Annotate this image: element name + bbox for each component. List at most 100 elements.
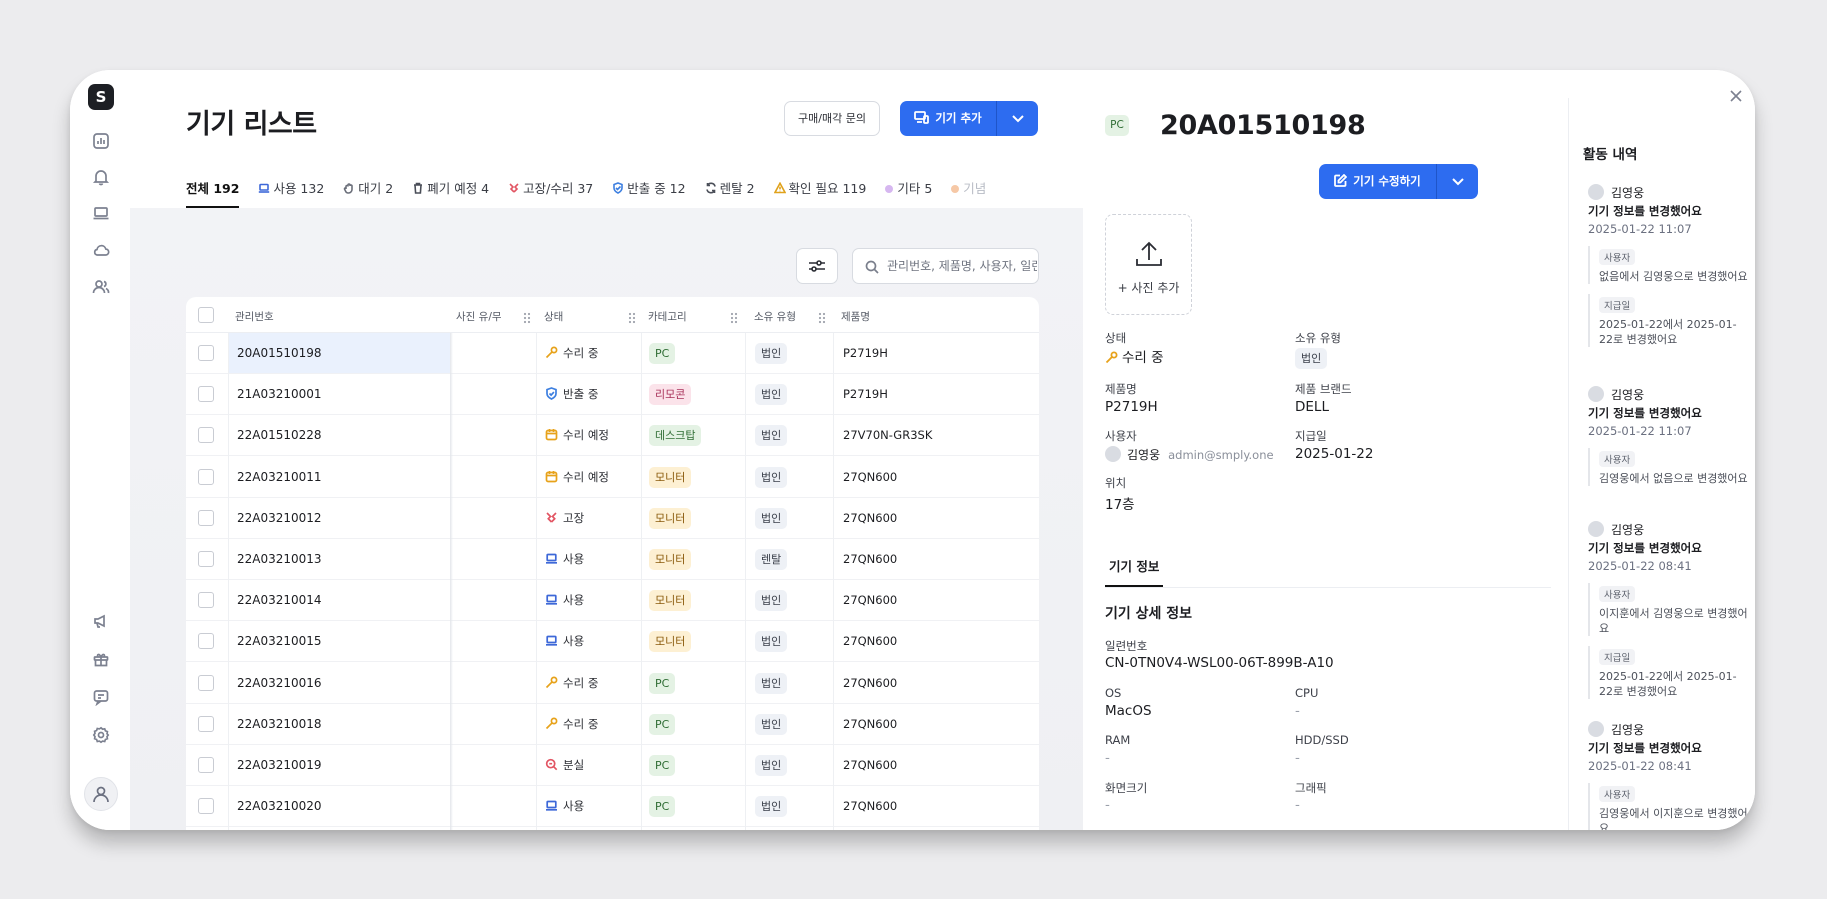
tab-status-7[interactable]: 확인 필요 119	[773, 178, 866, 208]
column-divider	[833, 333, 834, 830]
row-checkbox[interactable]	[198, 798, 214, 815]
device-id[interactable]: 22A03210012	[237, 511, 322, 525]
drag-handle-icon[interactable]	[818, 309, 826, 324]
ownership-tag: 법인	[755, 796, 788, 818]
tab-status-0[interactable]: 전체 192	[186, 178, 240, 208]
wrench-icon	[545, 717, 558, 730]
row-checkbox[interactable]	[198, 592, 214, 609]
ownership-tag: 법인	[755, 631, 788, 653]
laptop-icon[interactable]	[92, 204, 110, 222]
row-checkbox[interactable]	[198, 757, 214, 773]
activity-item: 김영웅 기기 정보를 변경했어요 2025-01-22 11:07 사용자 없음에서 김…	[1588, 184, 1748, 347]
table-row[interactable]: 22A03210013 사용 모니터 렌탈 27QN600	[186, 539, 1039, 580]
row-checkbox[interactable]	[198, 674, 214, 691]
tab-status-5[interactable]: 반출 중 12	[612, 178, 686, 208]
search-input[interactable]	[887, 249, 1037, 283]
product-name: P2719H	[843, 346, 888, 360]
chat-icon[interactable]	[92, 688, 110, 707]
table-row[interactable]: 22A03210018 수리 중 PC 법인 27QN600	[186, 704, 1039, 745]
device-id[interactable]: 22A03210018	[237, 717, 322, 731]
device-id[interactable]: 22A03210016	[237, 676, 322, 690]
user-value[interactable]: 김영웅 admin@smply.one	[1105, 446, 1274, 463]
row-checkbox[interactable]	[198, 427, 214, 444]
col-header-id[interactable]: 관리번호	[235, 309, 274, 324]
edit-device-button[interactable]: 기기 수정하기	[1319, 164, 1478, 199]
tab-status-6[interactable]: 렌탈 2	[705, 178, 755, 208]
bell-icon[interactable]	[92, 168, 110, 186]
col-header-ownership[interactable]: 소유 유형	[754, 309, 796, 324]
product-name: 27QN600	[843, 716, 898, 731]
select-all-checkbox[interactable]	[198, 307, 214, 323]
activity-time: 2025-01-22 08:41	[1588, 759, 1692, 773]
dashboard-icon[interactable]	[92, 132, 110, 150]
col-header-category[interactable]: 카테고리	[648, 309, 687, 324]
add-device-dropdown[interactable]	[996, 101, 1038, 136]
device-id[interactable]: 20A01510198	[237, 346, 322, 360]
change-field-tag: 사용자	[1599, 249, 1636, 265]
tab-status-2[interactable]: 대기 2	[343, 178, 393, 208]
tab-device-info[interactable]: 기기 정보	[1105, 556, 1164, 587]
dot-icon	[951, 185, 960, 193]
ownership-tag: 법인	[755, 425, 788, 447]
device-id[interactable]: 22A03210011	[237, 470, 322, 484]
drag-handle-icon[interactable]	[730, 309, 738, 324]
row-checkbox[interactable]	[198, 345, 214, 361]
table-row[interactable]: 22A03210019 분실 PC 법인 27QN600	[186, 745, 1039, 786]
edit-device-dropdown[interactable]	[1436, 164, 1478, 199]
cloud-icon[interactable]	[92, 241, 110, 259]
tab-status-1[interactable]: 사용 132	[258, 178, 324, 208]
add-photo-button[interactable]: + 사진 추가	[1105, 214, 1192, 315]
edit-device-label[interactable]: 기기 수정하기	[1319, 164, 1436, 199]
device-id[interactable]: 22A03210020	[237, 799, 322, 813]
drag-handle-icon[interactable]	[628, 309, 636, 324]
device-id[interactable]: 22A03210013	[237, 552, 322, 566]
add-device-button[interactable]: 기기 추가	[900, 101, 1038, 136]
table-row[interactable]: 22A03210020 사용 PC 법인 27QN600	[186, 786, 1039, 828]
filter-button[interactable]	[796, 248, 838, 284]
activity-time: 2025-01-22 08:41	[1588, 559, 1692, 573]
megaphone-icon[interactable]	[92, 612, 110, 630]
table-row[interactable]: 22A03210014 사용 모니터 법인 27QN600	[186, 580, 1039, 622]
table-row[interactable]: 22A03210016 수리 중 PC 법인 27QN600	[186, 663, 1039, 704]
row-checkbox[interactable]	[198, 386, 214, 403]
profile-icon[interactable]	[84, 777, 118, 811]
device-id[interactable]: 22A03210014	[237, 593, 322, 607]
users-icon[interactable]	[92, 278, 110, 296]
close-icon[interactable]	[1729, 88, 1743, 102]
table-row[interactable]: 22A03210011 수리 예정 모니터 법인 27QN600	[186, 457, 1039, 498]
col-header-status[interactable]: 상태	[544, 309, 563, 324]
col-header-product[interactable]: 제품명	[841, 309, 870, 324]
activity-time: 2025-01-22 11:07	[1588, 222, 1692, 236]
drag-handle-icon[interactable]	[523, 309, 531, 324]
search-box[interactable]	[852, 248, 1039, 284]
col-header-photo[interactable]: 사진 유/무	[456, 309, 502, 324]
table-row[interactable]: 22A01510228 수리 예정 데스크탑 법인 27V70N-GR3SK	[186, 415, 1039, 457]
device-id[interactable]: 21A03210001	[237, 387, 322, 401]
settings-icon[interactable]	[92, 726, 110, 744]
purchase-inquiry-button[interactable]: 구매/매각 문의	[784, 101, 880, 136]
device-id[interactable]: 22A03210015	[237, 634, 322, 648]
table-row[interactable]: 22A03210012 고장 모니터 법인 27QN600	[186, 498, 1039, 539]
tab-status-9[interactable]: 기념	[951, 178, 986, 208]
device-id[interactable]: 22A01510228	[237, 428, 322, 442]
gift-icon[interactable]	[92, 650, 110, 668]
device-id[interactable]: 22A03210019	[237, 758, 322, 772]
table-row[interactable]: 21A03210001 반출 중 리모콘 법인 P2719H	[186, 374, 1039, 416]
tab-status-4[interactable]: 고장/수리 37	[508, 178, 593, 208]
table-row[interactable]: 22A03210015 사용 모니터 법인 27QN600	[186, 621, 1039, 663]
row-checkbox[interactable]	[198, 633, 214, 650]
tab-status-3[interactable]: 폐기 예정 4	[412, 178, 489, 208]
app-logo[interactable]: S	[88, 84, 114, 110]
row-checkbox[interactable]	[198, 468, 214, 485]
category-tag: 모니터	[649, 466, 692, 488]
wrench-icon	[545, 346, 558, 359]
activity-user: 김영웅	[1588, 386, 1748, 404]
row-checkbox[interactable]	[198, 509, 214, 526]
add-device-label[interactable]: 기기 추가	[900, 101, 996, 136]
row-checkbox[interactable]	[198, 715, 214, 732]
table-row[interactable]: 20A01510198 수리 중 PC 법인 P2719H	[186, 333, 1039, 374]
sticky-column-shadow	[450, 333, 453, 830]
tab-status-8[interactable]: 기타 5	[885, 178, 932, 208]
laptop-icon	[258, 182, 270, 194]
row-checkbox[interactable]	[198, 551, 214, 567]
